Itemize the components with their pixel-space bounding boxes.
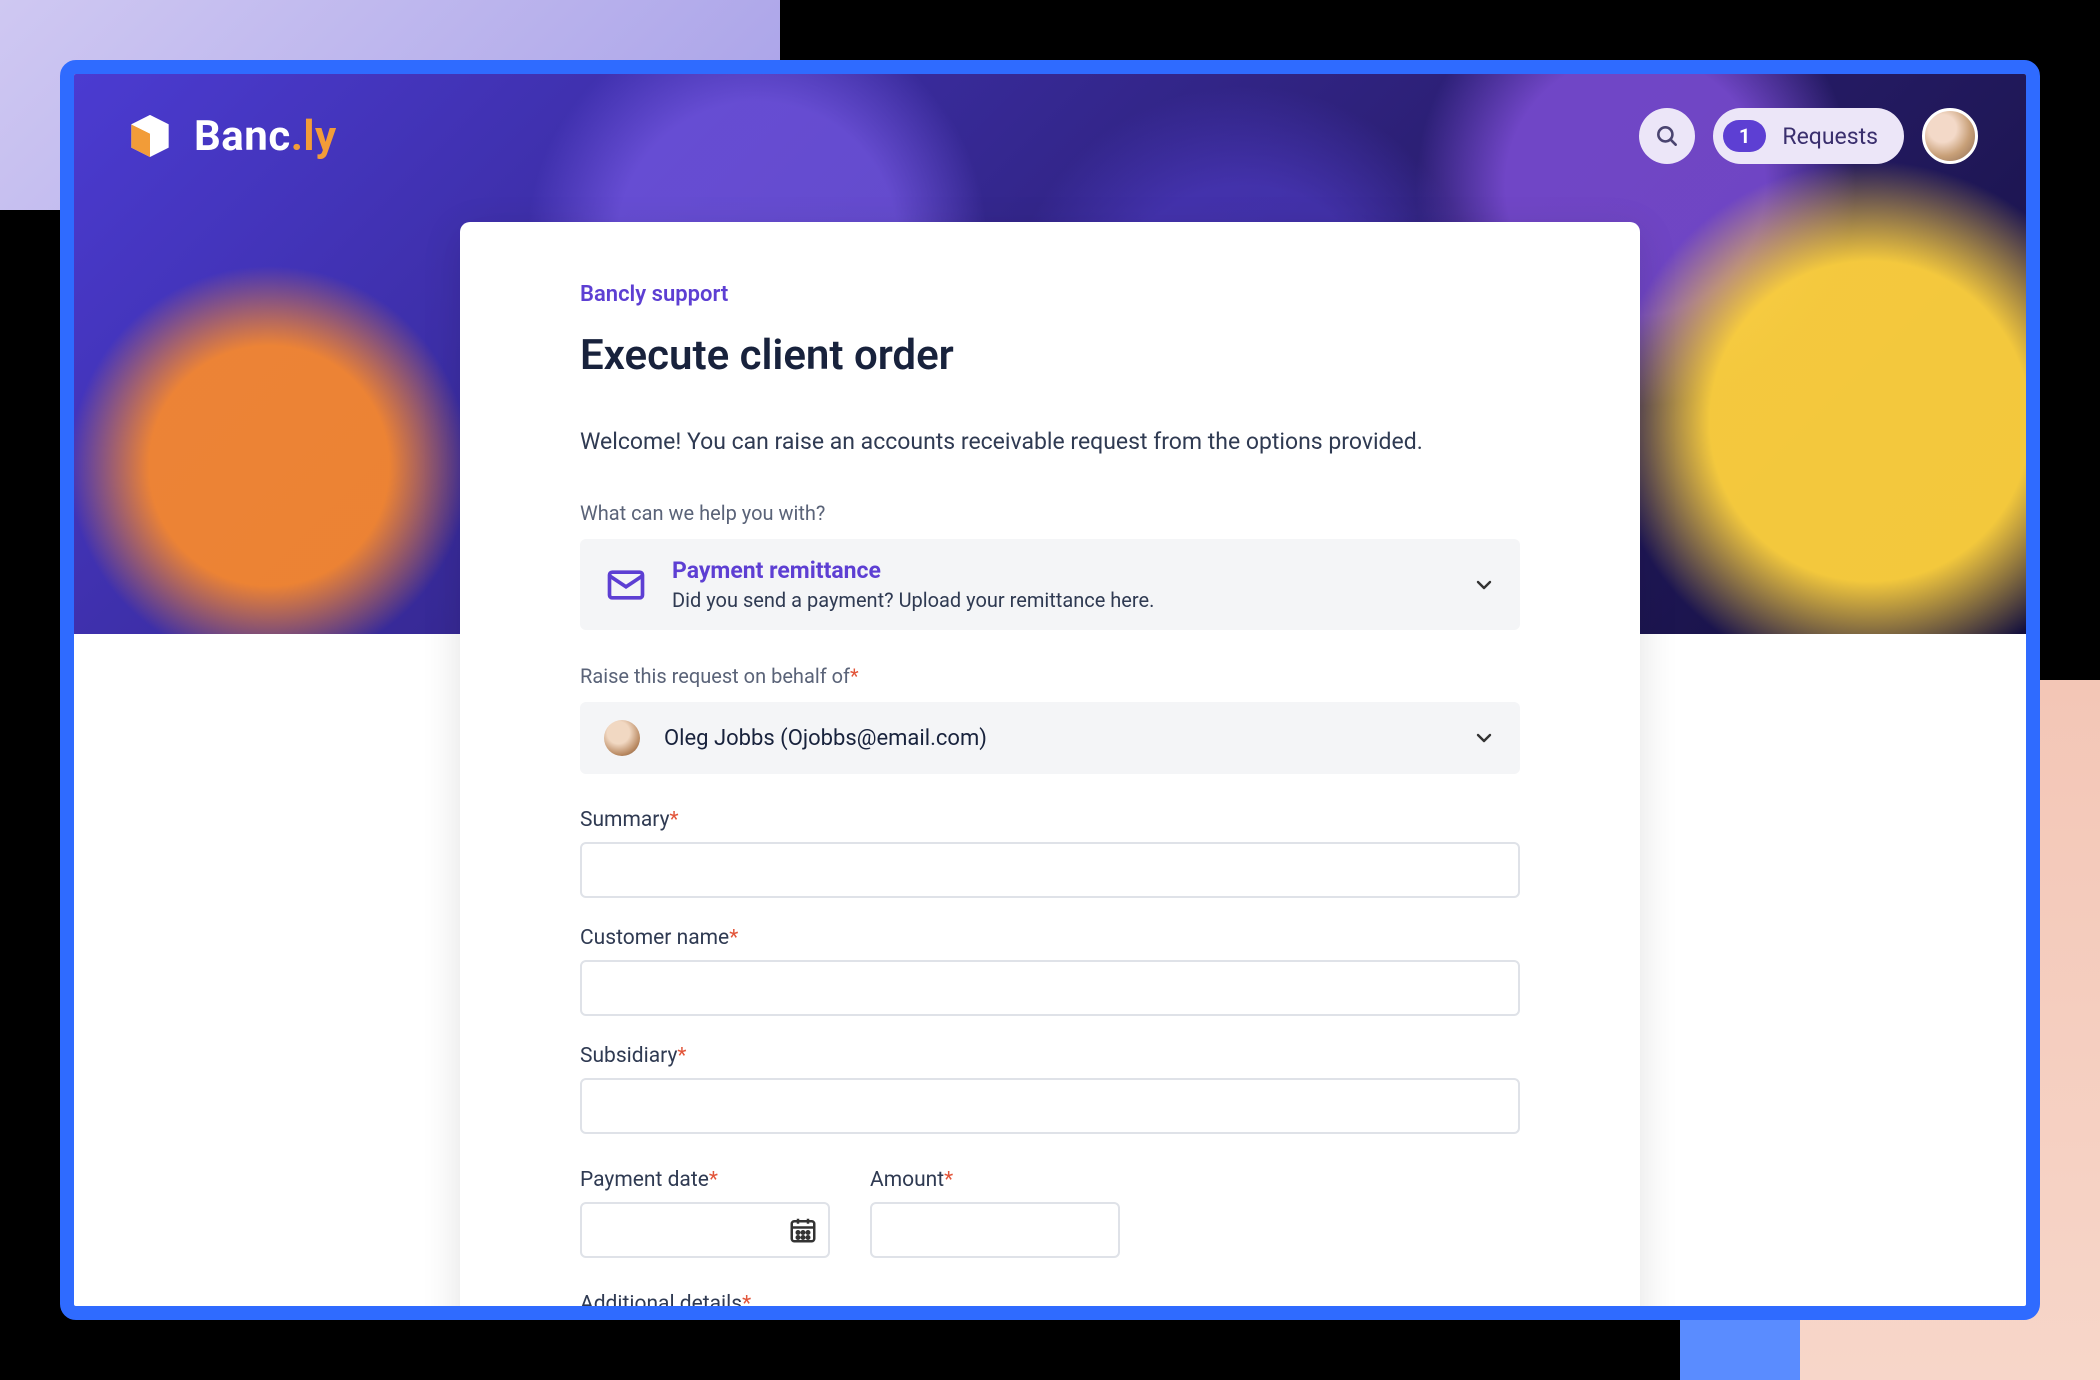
summary-label: Summary* [580, 808, 1520, 832]
breadcrumb-link[interactable]: Bancly support [580, 282, 728, 307]
request-type-subtitle: Did you send a payment? Upload your remi… [672, 588, 1154, 612]
intro-text: Welcome! You can raise an accounts recei… [580, 428, 1520, 455]
request-type-title: Payment remittance [672, 557, 1154, 584]
on-behalf-select[interactable]: Oleg Jobbs (Ojobbs@email.com) [580, 702, 1520, 774]
payment-date-input[interactable] [580, 1202, 830, 1258]
customer-name-input[interactable] [580, 960, 1520, 1016]
brand-mark-icon [122, 108, 178, 164]
requests-button[interactable]: 1 Requests [1713, 108, 1904, 164]
amount-input[interactable] [870, 1202, 1120, 1258]
search-button[interactable] [1639, 108, 1695, 164]
brand-logo-group[interactable]: Banc.ly [122, 108, 337, 164]
subsidiary-input[interactable] [580, 1078, 1520, 1134]
additional-details-label: Additional details* [580, 1292, 1520, 1316]
user-avatar[interactable] [1922, 108, 1978, 164]
requests-label: Requests [1782, 123, 1878, 150]
chevron-down-icon [1472, 573, 1496, 597]
help-section-label: What can we help you with? [580, 501, 1520, 525]
page-title: Execute client order [580, 331, 1520, 380]
app-frame: Banc.ly 1 Requests Bancly support Execut… [60, 60, 2040, 1320]
search-icon [1654, 123, 1680, 149]
top-actions: 1 Requests [1639, 108, 1978, 164]
request-type-select[interactable]: Payment remittance Did you send a paymen… [580, 539, 1520, 630]
mail-icon [604, 563, 648, 607]
requester-avatar-icon [604, 720, 640, 756]
customer-name-label: Customer name* [580, 926, 1520, 950]
top-bar: Banc.ly 1 Requests [74, 74, 2026, 164]
on-behalf-label: Raise this request on behalf of* [580, 664, 1520, 688]
form-card: Bancly support Execute client order Welc… [460, 222, 1640, 1320]
subsidiary-label: Subsidiary* [580, 1044, 1520, 1068]
brand-name: Banc.ly [194, 112, 337, 161]
chevron-down-icon [1472, 726, 1496, 750]
requester-name: Oleg Jobbs (Ojobbs@email.com) [664, 726, 987, 751]
requests-count-badge: 1 [1723, 120, 1766, 152]
amount-label: Amount* [870, 1168, 1120, 1192]
summary-input[interactable] [580, 842, 1520, 898]
payment-date-label: Payment date* [580, 1168, 830, 1192]
